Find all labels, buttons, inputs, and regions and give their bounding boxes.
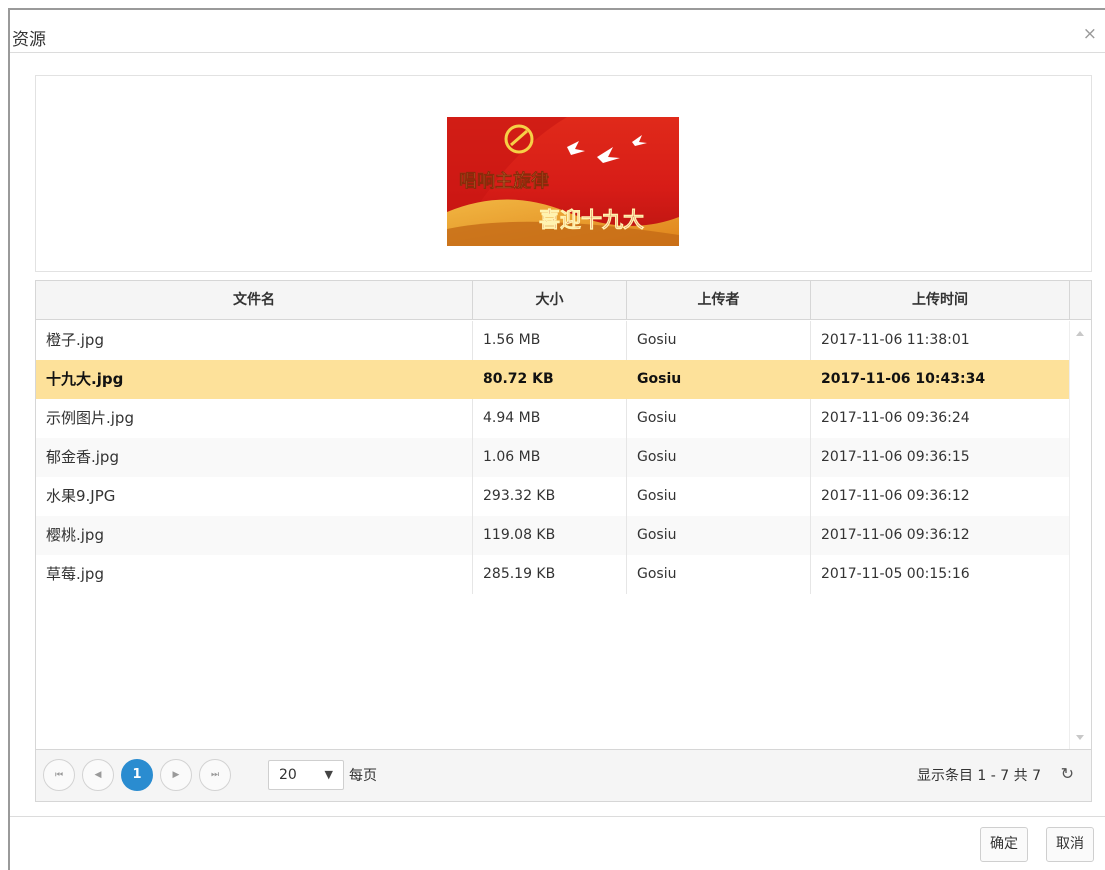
page-size-value: 20 — [279, 767, 297, 783]
column-header-filename[interactable]: 文件名 — [36, 281, 473, 320]
table-row[interactable]: 樱桃.jpg 119.08 KB Gosiu 2017-11-06 09:36:… — [36, 516, 1069, 555]
ok-button[interactable]: 确定 — [980, 827, 1028, 862]
scroll-down-arrow-icon[interactable] — [1076, 735, 1084, 740]
column-header-uploader[interactable]: 上传者 — [627, 281, 811, 320]
grid-header: 文件名 大小 上传者 上传时间 — [36, 281, 1091, 320]
cell-upload-time: 2017-11-06 09:36:15 — [821, 449, 970, 465]
grid-body: 橙子.jpg 1.56 MB Gosiu 2017-11-06 11:38:01… — [36, 321, 1069, 750]
preview-image: 唱响主旋律 喜迎十九大 — [447, 117, 679, 246]
cell-size: 119.08 KB — [473, 516, 627, 555]
cell-filename: 樱桃.jpg — [36, 516, 473, 555]
page-size-select[interactable]: 20 ▼ — [268, 760, 344, 790]
cell-uploader: Gosiu — [627, 399, 811, 438]
table-row[interactable]: 水果9.JPG 293.32 KB Gosiu 2017-11-06 09:36… — [36, 477, 1069, 516]
cell-upload-time: 2017-11-06 09:36:12 — [821, 527, 970, 543]
cell-uploader: Gosiu — [627, 516, 811, 555]
cancel-button[interactable]: 取消 — [1046, 827, 1094, 862]
chevron-down-icon: ▼ — [324, 768, 333, 781]
pager-info: 显示条目 1 - 7 共 7 — [916, 768, 1041, 784]
cell-uploader: Gosiu — [627, 360, 811, 399]
cell-size: 1.56 MB — [473, 321, 627, 360]
cell-filename: 示例图片.jpg — [36, 399, 473, 438]
cell-uploader: Gosiu — [627, 477, 811, 516]
prev-page-button[interactable]: ◀ — [82, 759, 114, 791]
resource-dialog: 资源 × 唱响主旋律 喜迎十九大 文件名 大小 上传者 上传时间 橙子.jpg … — [8, 8, 1105, 870]
cell-uploader: Gosiu — [627, 555, 811, 594]
table-row[interactable]: 橙子.jpg 1.56 MB Gosiu 2017-11-06 11:38:01 — [36, 321, 1069, 360]
page-1-button[interactable]: 1 — [121, 759, 153, 791]
pager: ⏮ ◀ 1 ▶ ⏭ 20 ▼ 每页 显示条目 1 - 7 共 7 ↻ — [36, 749, 1091, 801]
dialog-title: 资源 — [12, 30, 46, 50]
cell-upload-time: 2017-11-06 10:43:34 — [821, 371, 986, 387]
table-row[interactable]: 草莓.jpg 285.19 KB Gosiu 2017-11-05 00:15:… — [36, 555, 1069, 594]
banner-line2: 喜迎十九大 — [539, 207, 644, 232]
cell-filename: 十九大.jpg — [36, 360, 473, 399]
table-row-selected[interactable]: 十九大.jpg 80.72 KB Gosiu 2017-11-06 10:43:… — [36, 360, 1069, 399]
column-header-upload-time[interactable]: 上传时间 — [811, 281, 1070, 320]
last-page-button[interactable]: ⏭ — [199, 759, 231, 791]
footer-divider — [10, 816, 1105, 817]
refresh-icon[interactable]: ↻ — [1061, 764, 1074, 783]
cell-upload-time: 2017-11-06 11:38:01 — [821, 332, 970, 348]
cell-filename: 郁金香.jpg — [36, 438, 473, 477]
cell-size: 285.19 KB — [473, 555, 627, 594]
first-page-button[interactable]: ⏮ — [43, 759, 75, 791]
cell-filename: 水果9.JPG — [36, 477, 473, 516]
table-row[interactable]: 郁金香.jpg 1.06 MB Gosiu 2017-11-06 09:36:1… — [36, 438, 1069, 477]
cell-upload-time: 2017-11-05 00:15:16 — [821, 566, 970, 582]
next-page-button[interactable]: ▶ — [160, 759, 192, 791]
cell-upload-time: 2017-11-06 09:36:12 — [821, 488, 970, 504]
cell-upload-time: 2017-11-06 09:36:24 — [821, 410, 970, 426]
cell-size: 4.94 MB — [473, 399, 627, 438]
grid-scrollbar[interactable] — [1069, 321, 1091, 750]
close-icon[interactable]: × — [1083, 26, 1097, 43]
file-grid: 文件名 大小 上传者 上传时间 橙子.jpg 1.56 MB Gosiu 201… — [35, 280, 1092, 802]
table-row[interactable]: 示例图片.jpg 4.94 MB Gosiu 2017-11-06 09:36:… — [36, 399, 1069, 438]
cell-uploader: Gosiu — [627, 321, 811, 360]
image-preview: 唱响主旋律 喜迎十九大 — [35, 75, 1092, 272]
cell-size: 1.06 MB — [473, 438, 627, 477]
cell-filename: 橙子.jpg — [36, 321, 473, 360]
cell-size: 80.72 KB — [473, 360, 627, 399]
per-page-label: 每页 — [349, 768, 377, 784]
cell-size: 293.32 KB — [473, 477, 627, 516]
dialog-title-bar: 资源 × — [10, 10, 1105, 53]
scroll-up-arrow-icon[interactable] — [1076, 331, 1084, 336]
column-header-size[interactable]: 大小 — [473, 281, 627, 320]
banner-line1: 唱响主旋律 — [459, 170, 549, 192]
cell-uploader: Gosiu — [627, 438, 811, 477]
cell-filename: 草莓.jpg — [36, 555, 473, 594]
